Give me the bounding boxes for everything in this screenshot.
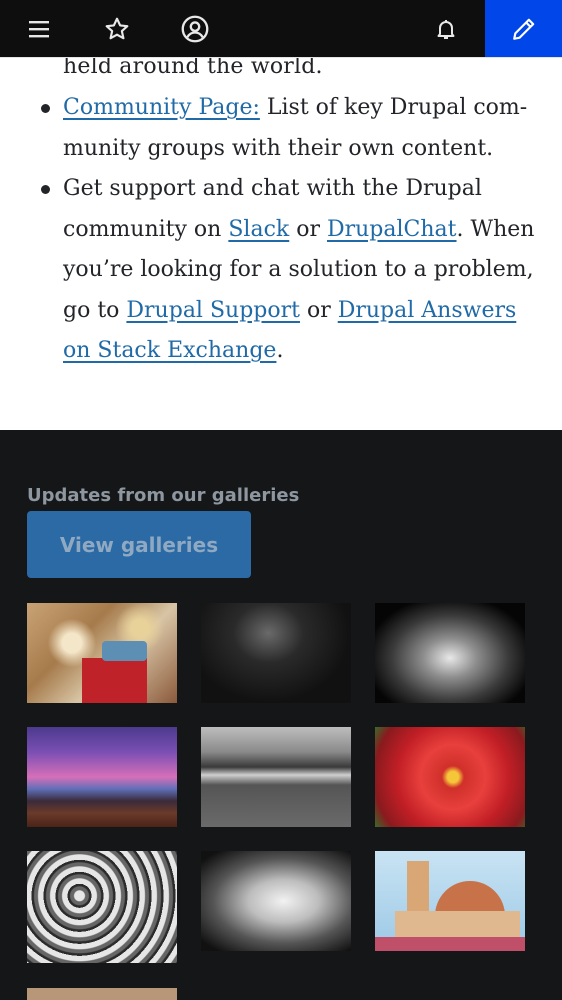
menu-button[interactable] <box>0 0 78 57</box>
gallery-thumbnail[interactable] <box>27 988 177 1000</box>
edit-button[interactable] <box>485 0 562 57</box>
account-button[interactable] <box>156 0 234 57</box>
gallery-thumbnail[interactable] <box>375 603 525 703</box>
bell-icon <box>437 19 455 39</box>
drupal-support-link[interactable]: Drupal Support <box>126 298 300 323</box>
gallery-thumbnail[interactable] <box>201 851 351 951</box>
gallery-thumbnail[interactable] <box>27 851 177 963</box>
list-item: Get support and chat with the Drupal com… <box>0 169 562 372</box>
gallery-thumbnail[interactable] <box>27 727 177 827</box>
galleries-heading: Updates from our galleries <box>27 485 300 506</box>
cut-off-text: held around the world. <box>63 57 323 79</box>
galleries-section: Updates from our galleries View gallerie… <box>0 430 562 1000</box>
star-icon <box>105 17 129 39</box>
menu-icon <box>29 20 49 37</box>
bookmark-button[interactable] <box>78 0 156 57</box>
resource-list: Community Page: List of key Drupal com-m… <box>0 88 562 372</box>
gallery-thumbnail[interactable] <box>201 727 351 827</box>
pencil-icon <box>512 18 534 40</box>
view-galleries-button[interactable]: View galleries <box>27 511 251 578</box>
toolbar <box>0 0 562 57</box>
list-item-text: or <box>289 216 327 242</box>
gallery-thumbnail[interactable] <box>375 727 525 827</box>
list-item: Community Page: List of key Drupal com-m… <box>0 88 562 169</box>
drupalchat-link[interactable]: DrupalChat <box>327 217 457 242</box>
notifications-button[interactable] <box>407 0 485 57</box>
slack-link[interactable]: Slack <box>228 217 289 242</box>
community-page-link[interactable]: Community Page: <box>63 95 260 120</box>
gallery-thumbnail[interactable] <box>27 603 177 703</box>
article-content: held around the world. Community Page: L… <box>0 57 562 430</box>
list-item-text: . <box>276 338 284 363</box>
list-item-text: or <box>299 297 338 323</box>
gallery-thumbnail[interactable] <box>201 603 351 703</box>
gallery-thumbnail[interactable] <box>375 851 525 951</box>
user-icon <box>181 15 209 42</box>
